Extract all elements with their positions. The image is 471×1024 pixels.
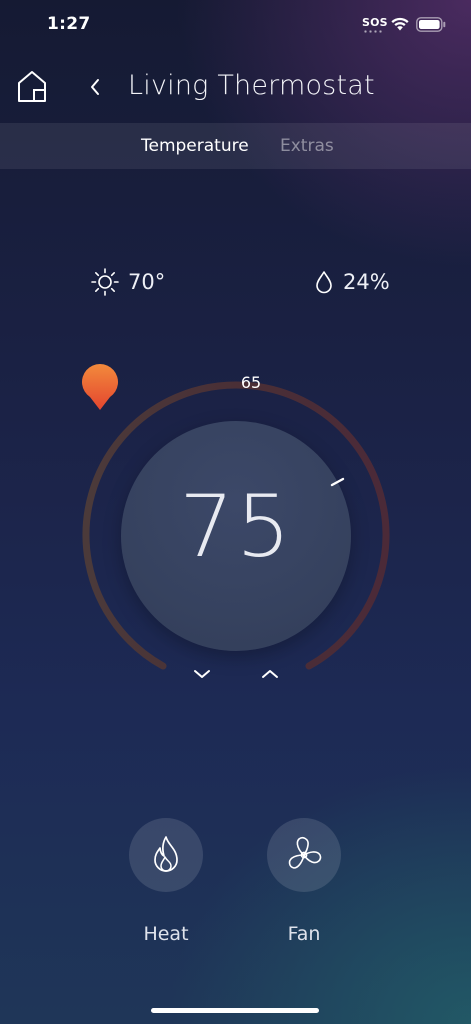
sun-icon — [91, 268, 119, 296]
setpoint-marker[interactable] — [80, 364, 120, 412]
fan-mode-button[interactable] — [267, 818, 341, 892]
home-button[interactable] — [14, 68, 50, 104]
humidity: 24% — [313, 266, 390, 298]
chevron-down-icon — [194, 670, 210, 678]
tab-temperature[interactable]: Temperature — [141, 136, 249, 156]
thermostat-dial[interactable]: 75 65 — [80, 364, 392, 684]
setpoint-value: 65 — [240, 373, 262, 392]
status-sos: SOS — [362, 16, 388, 29]
increase-temp-button[interactable] — [256, 662, 284, 686]
heat-mode-button[interactable] — [129, 818, 203, 892]
flame-icon — [154, 836, 178, 872]
fan-icon — [288, 837, 322, 869]
header: Living Thermostat — [0, 60, 471, 116]
status-time: 1:27 — [47, 14, 91, 34]
battery-icon — [416, 17, 446, 32]
back-button[interactable] — [84, 72, 108, 102]
current-temperature: 75 — [179, 477, 293, 577]
humidity-value: 24% — [343, 270, 390, 294]
signal-dots — [363, 30, 383, 33]
outdoor-temperature-value: 70° — [128, 270, 166, 294]
droplet-icon — [316, 271, 332, 294]
fan-mode-label: Fan — [287, 923, 321, 945]
home-indicator — [151, 1008, 319, 1013]
home-icon — [18, 71, 46, 102]
tab-extras[interactable]: Extras — [280, 136, 334, 156]
wifi-icon — [391, 17, 409, 31]
page-title: Living Thermostat — [128, 70, 375, 101]
status-bar: 1:27 SOS — [0, 0, 471, 52]
chevron-up-icon — [262, 670, 278, 678]
outdoor-temperature: 70° — [90, 266, 165, 298]
tab-bar: Temperature Extras — [0, 123, 471, 169]
decrease-temp-button[interactable] — [188, 662, 216, 686]
chevron-left-icon — [91, 79, 99, 95]
heat-mode-label: Heat — [143, 923, 189, 945]
